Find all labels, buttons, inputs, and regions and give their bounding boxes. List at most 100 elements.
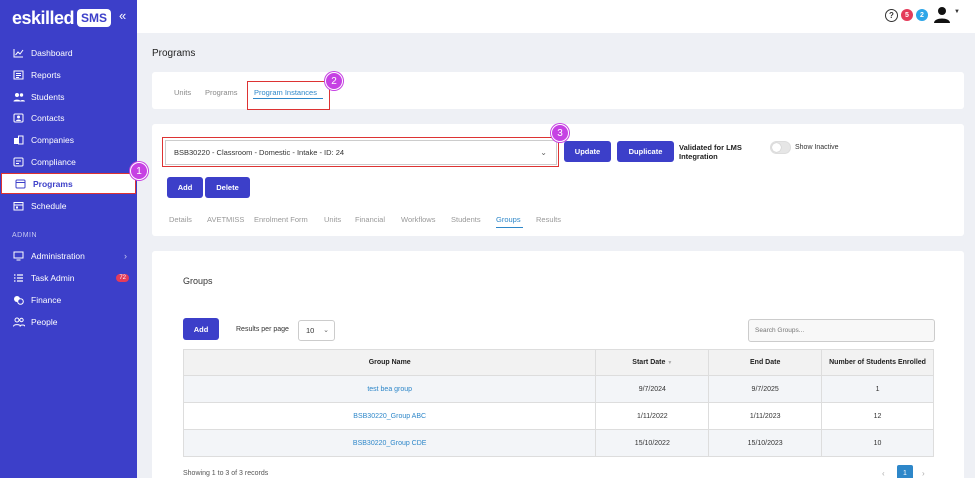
next-page-icon[interactable]: › xyxy=(922,469,925,478)
results-per-page-label: Results per page xyxy=(236,326,289,333)
sidebar-item-task-admin[interactable]: Task Admin 72 xyxy=(0,267,137,288)
admin-icon xyxy=(12,250,25,261)
topbar: ? 5 2 ▼ xyxy=(137,0,975,33)
logo[interactable]: eskilled SMS xyxy=(12,7,112,29)
help-icon[interactable]: ? xyxy=(885,9,898,22)
update-button[interactable]: Update xyxy=(564,141,611,162)
column-header-label: Start Date xyxy=(632,359,666,366)
subtab-avetmiss[interactable]: AVETMISS xyxy=(207,215,244,224)
table-row: test bea group 9/7/2024 9/7/2025 1 xyxy=(182,375,934,403)
calendar-icon xyxy=(12,200,25,211)
sidebar-item-label: Students xyxy=(31,91,65,102)
sidebar-item-reports[interactable]: Reports xyxy=(0,64,137,85)
task-list-icon xyxy=(12,272,25,283)
group-name-link[interactable]: BSB30220_Group ABC xyxy=(182,402,597,430)
show-inactive-label: Show Inactive xyxy=(795,144,839,151)
chevron-right-icon: › xyxy=(124,250,127,261)
delete-instance-button[interactable]: Delete xyxy=(205,177,250,198)
column-header-start-date[interactable]: Start Date ▼ xyxy=(595,349,710,376)
logo-text: eskilled xyxy=(12,7,75,28)
callout-1: 1 xyxy=(130,162,148,180)
page-title: Programs xyxy=(152,48,196,59)
students-enrolled-cell: 12 xyxy=(821,402,934,430)
subtab-workflows[interactable]: Workflows xyxy=(401,215,435,224)
sidebar-item-contacts[interactable]: Contacts xyxy=(0,107,137,128)
tab-programs[interactable]: Programs xyxy=(205,88,238,97)
active-subtab-indicator xyxy=(496,227,523,228)
collapse-sidebar-icon[interactable]: « xyxy=(119,8,126,23)
validated-lms-label: Validated for LMS Integration xyxy=(679,143,742,161)
sidebar-item-compliance[interactable]: Compliance xyxy=(0,151,137,172)
subtab-details[interactable]: Details xyxy=(169,215,192,224)
add-group-button[interactable]: Add xyxy=(183,318,219,340)
users-icon xyxy=(12,91,25,102)
students-enrolled-cell: 1 xyxy=(821,375,934,403)
show-inactive-toggle[interactable] xyxy=(770,141,791,154)
toggle-knob xyxy=(772,143,781,152)
sidebar-item-label: Administration xyxy=(31,250,85,261)
sidebar-item-label: Reports xyxy=(31,69,61,80)
coins-icon xyxy=(12,294,25,305)
start-date-cell: 1/11/2022 xyxy=(595,402,710,430)
end-date-cell: 15/10/2023 xyxy=(708,429,823,457)
start-date-cell: 9/7/2024 xyxy=(595,375,710,403)
subtab-financial[interactable]: Financial xyxy=(355,215,385,224)
notification-badge-red[interactable]: 5 xyxy=(901,9,913,21)
highlight-box-tab xyxy=(247,81,330,110)
group-name-link[interactable]: test bea group xyxy=(182,375,597,403)
sidebar-item-schedule[interactable]: Schedule xyxy=(0,195,137,216)
sidebar-item-programs[interactable]: Programs xyxy=(1,173,136,194)
subtab-units[interactable]: Units xyxy=(324,215,341,224)
tab-units[interactable]: Units xyxy=(174,88,191,97)
start-date-cell: 15/10/2022 xyxy=(595,429,710,457)
sidebar-item-label: Programs xyxy=(33,178,73,189)
sidebar: eskilled SMS « Dashboard Reports Student… xyxy=(0,0,137,478)
table-row: BSB30220_Group ABC 1/11/2022 1/11/2023 1… xyxy=(182,402,934,430)
caret-down-icon[interactable]: ▼ xyxy=(954,9,960,15)
students-enrolled-cell: 10 xyxy=(821,429,934,457)
sidebar-item-label: Compliance xyxy=(31,156,76,167)
subtab-groups[interactable]: Groups xyxy=(496,215,521,224)
callout-3: 3 xyxy=(551,124,569,142)
sidebar-item-people[interactable]: People xyxy=(0,311,137,332)
subtab-enrolment-form[interactable]: Enrolment Form xyxy=(254,215,308,224)
chevron-down-icon: ⌄ xyxy=(323,327,329,334)
records-summary: Showing 1 to 3 of 3 records xyxy=(183,470,269,477)
sidebar-item-companies[interactable]: Companies xyxy=(0,129,137,150)
column-header-group-name[interactable]: Group Name xyxy=(182,349,597,376)
groups-title: Groups xyxy=(183,276,213,286)
notification-badge-blue[interactable]: 2 xyxy=(916,9,928,21)
column-header-students-enrolled[interactable]: Number of Students Enrolled xyxy=(821,349,934,376)
sidebar-item-label: Finance xyxy=(31,294,62,305)
sidebar-item-dashboard[interactable]: Dashboard xyxy=(0,42,137,63)
compliance-icon xyxy=(12,156,25,167)
group-name-link[interactable]: BSB30220_Group CDE xyxy=(182,429,597,457)
add-instance-button[interactable]: Add xyxy=(167,177,203,198)
search-groups-input[interactable] xyxy=(748,319,935,342)
sidebar-item-finance[interactable]: Finance xyxy=(0,289,137,310)
column-header-end-date[interactable]: End Date xyxy=(708,349,823,376)
sidebar-item-label: Task Admin xyxy=(31,272,75,283)
subtab-results[interactable]: Results xyxy=(536,215,561,224)
subtab-students[interactable]: Students xyxy=(451,215,481,224)
sidebar-item-students[interactable]: Students xyxy=(0,86,137,107)
highlight-box-select xyxy=(162,137,559,167)
results-per-page-value: 10 xyxy=(306,326,315,335)
sort-caret-icon: ▼ xyxy=(667,360,673,366)
task-count-badge: 72 xyxy=(116,273,129,282)
page-button-1[interactable]: 1 xyxy=(897,465,913,478)
report-icon xyxy=(12,69,25,80)
callout-2: 2 xyxy=(325,72,343,90)
table-row: BSB30220_Group CDE 15/10/2022 15/10/2023… xyxy=(182,429,934,457)
sidebar-item-label: Dashboard xyxy=(31,47,73,58)
results-per-page-select[interactable]: 10 ⌄ xyxy=(298,320,335,341)
sidebar-item-administration[interactable]: Administration › xyxy=(0,245,137,266)
sidebar-item-label: Contacts xyxy=(31,112,65,123)
previous-page-icon[interactable]: ‹ xyxy=(882,469,885,478)
chart-line-icon xyxy=(12,47,25,58)
contacts-icon xyxy=(12,112,25,123)
sidebar-item-label: Companies xyxy=(31,134,74,145)
user-avatar-icon[interactable] xyxy=(933,6,951,24)
duplicate-button[interactable]: Duplicate xyxy=(617,141,674,162)
table-header-row: Group Name Start Date ▼ End Date Number o… xyxy=(182,349,934,376)
